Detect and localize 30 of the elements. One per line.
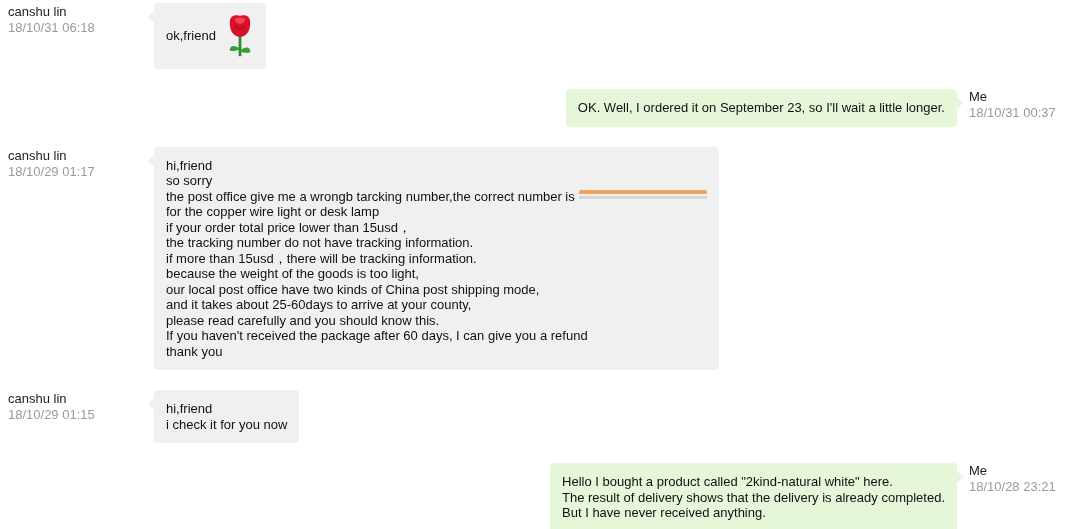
sender-name: Me [969,463,988,479]
message-text: if your order total price lower than 15usd， [166,219,411,235]
message-text: because the weight of the goods is too light, [166,266,419,282]
message-time: 18/10/31 00:37 [969,105,1056,121]
sender-name: Me [969,89,988,105]
message-text: Hello I bought a product called "2kind-natural white" here. [562,474,893,490]
sender-name: canshu lin [8,4,67,20]
message-time: 18/10/31 06:18 [8,20,95,36]
message-text: The result of delivery shows that the delivery is already completed. [562,489,945,505]
message-time: 18/10/29 01:15 [8,407,95,423]
message-text: if more than 15usd，there will be tracking information. [166,250,477,266]
sender-name: canshu lin [8,147,67,164]
message-text: OK. Well, I ordered it on September 23, so I'll wait a little longer. [577,100,945,116]
message-text: thank you [166,343,223,359]
message-text: please read carefully and you should know this. [166,312,440,328]
sender-name: canshu lin [8,391,67,407]
message-text: hi,friend [166,157,213,173]
message-text: ok,friend [166,28,216,44]
message-time: 18/10/28 23:21 [969,479,1056,495]
message-text: the tracking number do not have tracking information. [166,235,474,251]
message-text: the post office give me a wrongb tarcking number,the correct number is [166,188,575,204]
message-text: If you haven't received the package after 60 days, I can give you a refund [166,328,588,344]
message-text: so sorry [166,173,213,189]
message-text: for the copper wire light or desk lamp [166,204,380,220]
message-text: But I have never received anything. [562,505,766,521]
message-text: hi,friend [166,401,213,417]
message-text: and it takes about 25-60days to arrive at your county, [166,297,472,313]
message-time: 18/10/29 01:17 [8,163,95,180]
message-text: our local post office have two kinds of China post shipping mode, [166,281,540,297]
message-text: i check it for you now [166,416,288,432]
